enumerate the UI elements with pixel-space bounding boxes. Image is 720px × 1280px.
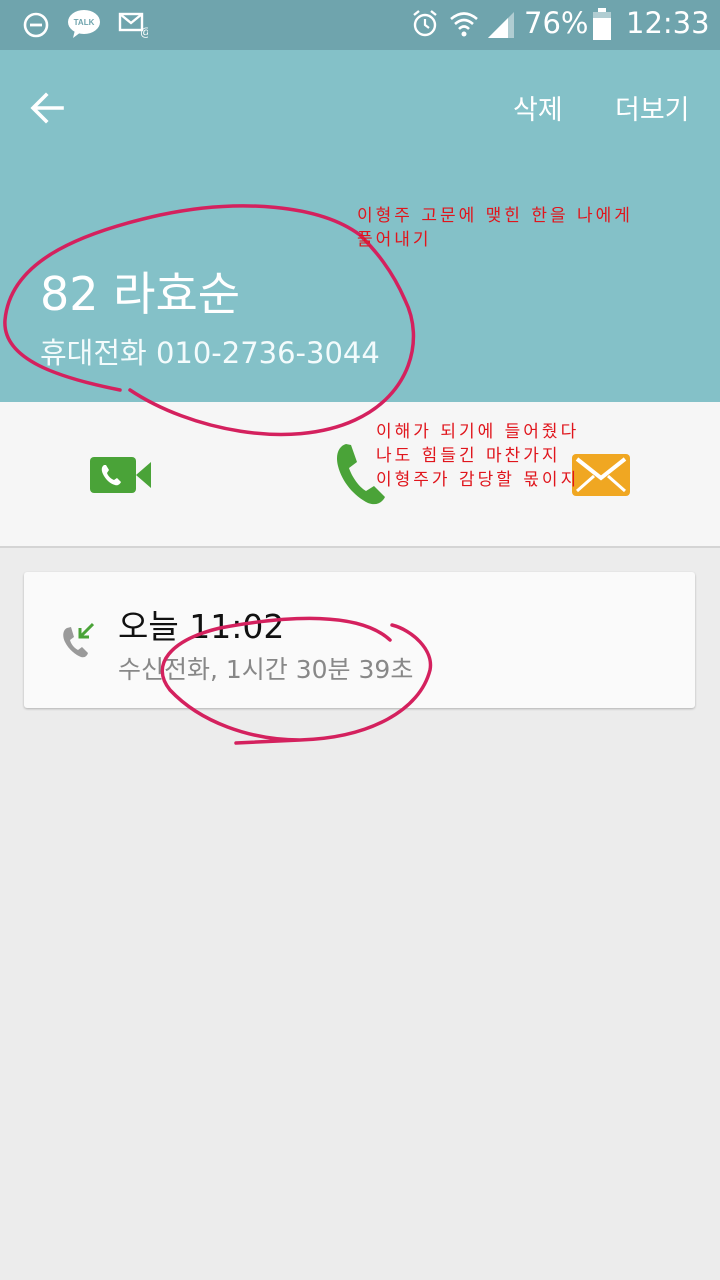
contact-phone: 휴대전화 010-2736-3044: [40, 336, 380, 370]
signal-icon: [488, 12, 514, 38]
incoming-call-icon: [63, 622, 94, 658]
annotation-note-2-line-1: 이해가 되기에 들어줬다: [376, 422, 580, 442]
contact-name: 82 라효순: [40, 267, 241, 321]
clock: 12:33: [626, 6, 710, 40]
talk-icon: TALK: [68, 10, 100, 38]
annotation-note-2-line-2: 나도 힘들긴 마찬가지: [376, 446, 561, 466]
minus-circle-icon: [23, 12, 49, 38]
annotation-note-1-line-2: 풀어내기: [357, 230, 432, 250]
call-log-item[interactable]: 오늘 11:02 수신전화, 1시간 30분 39초: [24, 572, 695, 708]
battery-icon: [593, 8, 611, 40]
mail-icon: @: [118, 12, 148, 38]
delete-button[interactable]: 삭제: [513, 88, 563, 127]
svg-text:@: @: [140, 25, 148, 38]
video-call-icon[interactable]: [88, 454, 154, 496]
annotation-note-2-line-3: 이형주가 감당할 몫이지: [376, 470, 580, 490]
annotation-note-1-line-1: 이형주 고문에 맺힌 한을 나에게: [357, 206, 633, 226]
status-bar: TALK @ 76% 12:33: [0, 0, 720, 50]
battery-percent: 76%: [524, 6, 589, 40]
action-bar: [0, 402, 720, 548]
talk-icon-text: TALK: [74, 18, 95, 27]
message-icon[interactable]: [572, 454, 630, 496]
back-arrow-icon[interactable]: [28, 88, 68, 128]
call-log-time: 오늘 11:02: [118, 607, 285, 646]
more-button[interactable]: 더보기: [615, 88, 690, 127]
annotation-note-2: 이해가 되기에 들어줬다 나도 힘들긴 마찬가지 이형주가 감당할 몫이지: [376, 420, 579, 492]
annotation-note-1: 이형주 고문에 맺힌 한을 나에게 풀어내기: [357, 204, 633, 252]
call-log-detail: 수신전화, 1시간 30분 39초: [118, 655, 414, 684]
wifi-icon: [450, 12, 478, 37]
alarm-icon: [413, 10, 437, 37]
